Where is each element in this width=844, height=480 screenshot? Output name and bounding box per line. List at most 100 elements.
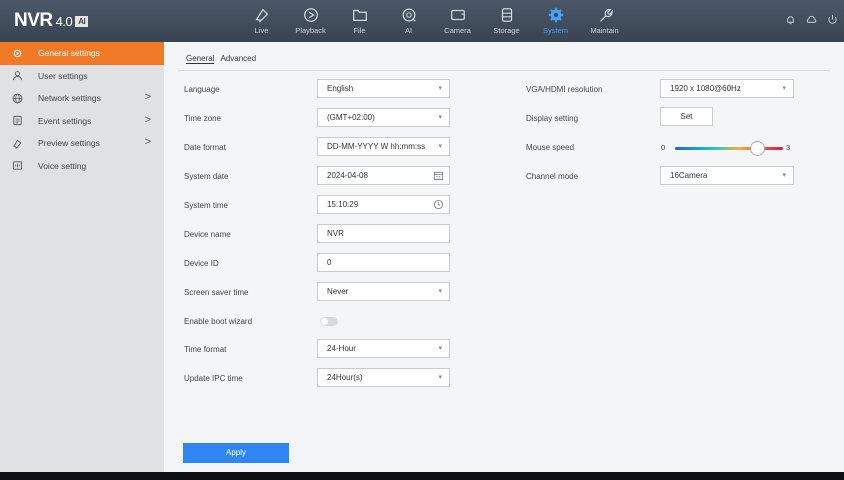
folder-icon	[352, 9, 367, 22]
time-zone-select[interactable]: (GMT+02:00) ▾	[317, 108, 450, 127]
sidebar-item-preview-settings[interactable]: Preview settings >	[0, 132, 164, 155]
gear-icon	[548, 7, 563, 23]
calendar-icon[interactable]	[433, 170, 444, 181]
nav-playback[interactable]: Playback	[289, 3, 332, 41]
chevron-down-icon: ▾	[782, 172, 786, 179]
nav-ai[interactable]: AI	[387, 3, 430, 41]
system-time-label: System time	[184, 201, 229, 210]
nav-live[interactable]: Live	[240, 3, 283, 41]
sidebar-item-network-settings[interactable]: Network settings >	[0, 87, 164, 110]
live-icon	[255, 8, 268, 23]
device-id-label: Device ID	[184, 259, 219, 268]
wrench-icon	[599, 8, 613, 22]
chevron-right-icon: >	[144, 91, 151, 103]
nav-storage-label: Storage	[493, 26, 520, 35]
chevron-down-icon: ▾	[438, 143, 442, 150]
nav-storage[interactable]: Storage	[485, 3, 528, 41]
tab-divider	[178, 70, 830, 71]
sidebar: General settings User settings Network s…	[0, 42, 164, 472]
screen-saver-value: Never	[327, 287, 349, 296]
top-right-controls	[785, 14, 838, 25]
time-format-value: 24-Hour	[327, 344, 356, 353]
sidebar-item-label: General settings	[38, 48, 100, 59]
boot-wizard-toggle[interactable]	[320, 317, 338, 326]
resolution-select[interactable]: 1920 x 1080@60Hz ▾	[660, 79, 794, 98]
chevron-down-icon: ▾	[438, 374, 442, 381]
boot-wizard-label: Enable boot wizard	[184, 317, 253, 326]
camera-icon	[450, 9, 465, 21]
display-setting-label: Display setting	[526, 114, 579, 123]
time-format-select[interactable]: 24-Hour ▾	[317, 339, 450, 358]
language-label: Language	[184, 85, 220, 94]
bell-icon[interactable]	[785, 14, 796, 25]
screen-saver-select[interactable]: Never ▾	[317, 282, 450, 301]
brand-version: 4.0	[55, 14, 73, 29]
clock-icon[interactable]	[433, 199, 444, 210]
storage-icon	[501, 8, 512, 22]
mouse-speed-label: Mouse speed	[526, 143, 575, 152]
system-date-field[interactable]: 2024-04-08	[317, 166, 450, 185]
chevron-right-icon: >	[144, 136, 151, 148]
update-ipc-select[interactable]: 24Hour(s) ▾	[317, 368, 450, 387]
channel-mode-select[interactable]: 16Camera ▾	[660, 166, 794, 185]
main-panel: General Advanced Language English ▾ Time…	[164, 42, 844, 472]
top-bar: NVR 4.0 AI Live Playback File AI Camera St…	[0, 0, 844, 42]
chevron-down-icon: ▾	[438, 85, 442, 92]
ai-icon	[402, 8, 416, 22]
nav-camera[interactable]: Camera	[436, 3, 479, 41]
nav-system[interactable]: System	[534, 3, 577, 41]
gear-icon	[13, 49, 22, 58]
nav-system-label: System	[542, 26, 568, 35]
nav-maintain[interactable]: Maintain	[583, 3, 626, 41]
nav-maintain-label: Maintain	[590, 26, 619, 35]
channel-mode-label: Channel mode	[526, 172, 579, 181]
screen-saver-label: Screen saver time	[184, 288, 249, 297]
event-icon	[13, 116, 22, 126]
user-icon	[12, 71, 23, 81]
date-format-label: Date format	[184, 143, 226, 152]
chevron-down-icon: ▾	[438, 288, 442, 295]
chevron-down-icon: ▾	[438, 114, 442, 121]
sidebar-item-general-settings[interactable]: General settings	[0, 42, 164, 65]
nav-playback-label: Playback	[295, 26, 326, 35]
language-select[interactable]: English ▾	[317, 79, 450, 98]
device-name-label: Device name	[184, 230, 231, 239]
system-date-value: 2024-04-08	[327, 171, 368, 180]
display-set-button[interactable]: Set	[660, 107, 713, 126]
resolution-label: VGA/HDMI resolution	[526, 85, 603, 94]
cloud-icon[interactable]	[806, 14, 817, 25]
update-ipc-value: 24Hour(s)	[327, 373, 363, 382]
chevron-down-icon: ▾	[438, 345, 442, 352]
device-name-input[interactable]: NVR	[317, 224, 450, 243]
tab-advanced[interactable]: Advanced	[220, 54, 256, 64]
nav-live-label: Live	[254, 26, 269, 35]
device-name-value: NVR	[327, 229, 344, 238]
sidebar-item-voice-setting[interactable]: Voice setting	[0, 155, 164, 178]
sidebar-item-event-settings[interactable]: Event settings >	[0, 110, 164, 133]
power-icon[interactable]	[827, 14, 838, 25]
date-format-select[interactable]: DD-MM-YYYY W hh:mm:ss ▾	[317, 137, 450, 156]
sidebar-item-user-settings[interactable]: User settings	[0, 65, 164, 88]
sidebar-item-label: Network settings	[38, 93, 101, 104]
chevron-down-icon: ▾	[782, 85, 786, 92]
channel-mode-value: 16Camera	[670, 171, 708, 180]
sidebar-item-label: Voice setting	[38, 160, 87, 171]
tab-general[interactable]: General	[186, 54, 215, 64]
device-id-value: 0	[327, 258, 332, 267]
preview-icon	[13, 139, 22, 149]
sidebar-item-label: Event settings	[38, 115, 92, 126]
brand-name: NVR	[14, 10, 53, 31]
system-time-field[interactable]: 15:10:29	[317, 195, 450, 214]
nav-file[interactable]: File	[338, 3, 381, 41]
apply-button[interactable]: Apply	[183, 443, 289, 463]
nav-file-label: File	[353, 26, 366, 35]
voice-icon	[12, 161, 23, 170]
slider-handle[interactable]	[750, 141, 766, 156]
mouse-speed-min: 0	[661, 143, 666, 152]
globe-icon	[12, 93, 23, 104]
mouse-speed-slider[interactable]	[675, 147, 783, 150]
system-time-value: 15:10:29	[327, 200, 359, 209]
date-format-value: DD-MM-YYYY W hh:mm:ss	[327, 142, 426, 151]
device-id-input[interactable]: 0	[317, 253, 450, 272]
system-date-label: System date	[184, 172, 229, 181]
